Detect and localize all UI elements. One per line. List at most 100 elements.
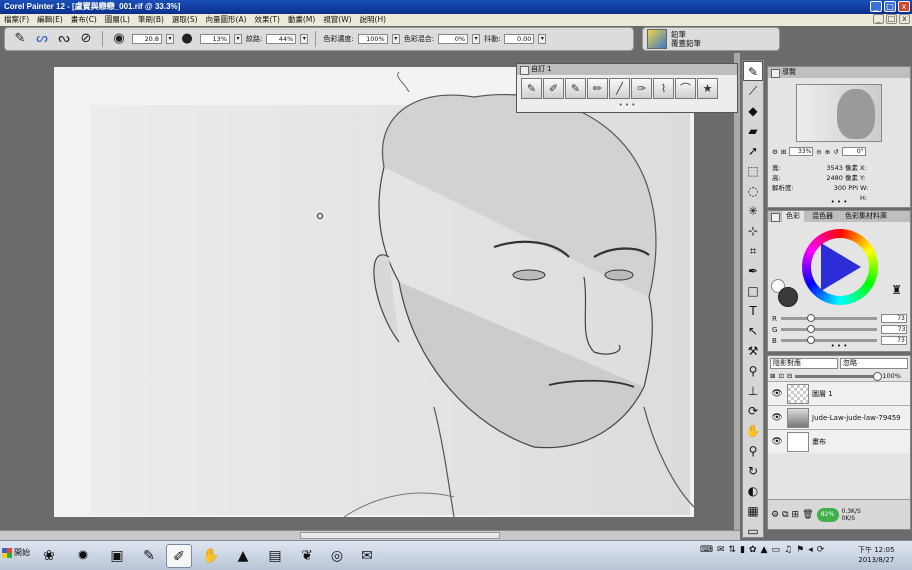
size-dropdown[interactable]: ▾ [166, 34, 174, 44]
brush-preset-8-icon[interactable]: ⌒ [675, 78, 696, 99]
rect-select-icon[interactable]: ⬚ [743, 161, 763, 181]
preserve-transparency-icon[interactable]: ⊡ [778, 372, 783, 380]
duplicate-layer-icon[interactable]: ⊞ [792, 510, 800, 520]
menu-movie[interactable]: 動畫(M) [288, 14, 315, 26]
selection-adjuster-icon[interactable]: ⊹ [743, 221, 763, 241]
visibility-eye-icon[interactable]: 👁 [770, 389, 784, 399]
taskbar-app-painter-icon[interactable]: ✐ [166, 544, 192, 568]
color-mix-field[interactable]: 0% [438, 34, 469, 44]
layer-row[interactable]: 👁 圖層 1 [768, 381, 910, 405]
tab-color[interactable]: 色彩 [782, 211, 804, 222]
dropper-tool-icon[interactable]: ⟋ [743, 81, 763, 101]
menu-window[interactable]: 視窗(W) [323, 14, 351, 26]
tray-monitor-icon[interactable]: ▭ [772, 545, 781, 555]
scrollbar-thumb[interactable] [300, 532, 500, 539]
tray-keyboard-icon[interactable]: ⌨ [700, 545, 713, 555]
brush-preset-3-icon[interactable]: ✎ [565, 78, 586, 99]
brush-ghost-icon[interactable]: ⊘ [77, 30, 95, 48]
brush-preset-5-icon[interactable]: ╱ [609, 78, 630, 99]
jitter-dropdown[interactable]: ▾ [538, 34, 547, 44]
tray-network-icon[interactable]: ⇅ [729, 545, 737, 555]
g-value[interactable]: 73 [881, 325, 908, 334]
layer-opacity-slider[interactable] [795, 371, 883, 381]
menu-file[interactable]: 檔案(F) [4, 14, 29, 26]
menu-brushes[interactable]: 筆刷(B) [138, 14, 164, 26]
canvas-horizontal-scrollbar[interactable] [0, 530, 740, 540]
menu-effects[interactable]: 效果(T) [255, 14, 280, 26]
r-slider-knob[interactable] [806, 314, 815, 322]
taskbar-app-chrome-icon[interactable]: ◎ [324, 544, 350, 568]
menu-layers[interactable]: 圖層(L) [105, 14, 130, 26]
tab-mixer[interactable]: 混色器 [808, 211, 837, 222]
tray-volume-icon[interactable]: ◂ [808, 545, 813, 555]
palette-grip[interactable]: • • • [517, 102, 737, 109]
zoom-in-icon[interactable]: ⊕ [825, 148, 830, 156]
taskbar-app-game-icon[interactable]: ✹ [70, 544, 96, 568]
taskbar-app-powerpoint-icon[interactable]: ▣ [104, 544, 130, 568]
tray-speaker-icon[interactable]: ♫ [784, 545, 792, 555]
color-mix-dropdown[interactable]: ▾ [472, 34, 481, 44]
magic-wand-icon[interactable]: ✳ [743, 201, 763, 221]
paint-bucket-icon[interactable]: ◆ [743, 101, 763, 121]
menu-select[interactable]: 選取(S) [172, 14, 198, 26]
lock-icon[interactable]: ⊠ [770, 372, 775, 380]
minimize-button[interactable]: _ [870, 1, 882, 12]
doc-close-button[interactable]: x [899, 14, 910, 24]
tray-battery-icon[interactable]: ▮ [740, 545, 745, 555]
magnifier-icon[interactable]: ⚲ [743, 441, 763, 461]
grain-field[interactable]: 44% [266, 34, 297, 44]
composite-method-select[interactable]: 陰影對應 [770, 358, 838, 369]
taskbar-app-evernote-icon[interactable]: ❦ [294, 544, 320, 568]
cloner-tool-icon[interactable]: ⚒ [743, 341, 763, 361]
brush-preset-9-icon[interactable]: ★ [697, 78, 718, 99]
lasso-icon[interactable]: ◌ [743, 181, 763, 201]
canvas-paper[interactable] [54, 67, 694, 517]
taskbar-app-folder-icon[interactable]: ▤ [262, 544, 288, 568]
taskbar-clock[interactable]: 下午 12:05 2013/8/27 [858, 545, 894, 565]
color-variability-dropdown[interactable]: ▾ [391, 34, 400, 44]
shape-tool-icon[interactable]: □ [743, 281, 763, 301]
pick-up-color-icon[interactable]: ⊟ [787, 372, 792, 380]
pen-tool-icon[interactable]: ✒ [743, 261, 763, 281]
r-value[interactable]: 73 [880, 314, 907, 323]
g-slider[interactable] [781, 325, 878, 333]
navigator-grip[interactable]: • • • [768, 198, 910, 206]
color-wheel[interactable] [802, 229, 878, 305]
brush-tool-icon[interactable]: ✎ [11, 30, 29, 48]
taskbar-app-quicktime-icon[interactable]: ❀ [36, 544, 62, 568]
layer-adjuster-icon[interactable]: ➚ [743, 141, 763, 161]
maximize-button[interactable]: □ [884, 1, 896, 12]
color-variability-field[interactable]: 100% [357, 34, 388, 44]
grabber-hand-icon[interactable]: ✋ [743, 421, 763, 441]
new-layer-icon[interactable]: ⧉ [782, 510, 788, 520]
tray-flag-icon[interactable]: ⚑ [796, 545, 804, 555]
eraser-tool-icon[interactable]: ▰ [743, 121, 763, 141]
stroke-freehand-icon[interactable]: ᔕ [33, 30, 51, 48]
text-tool-icon[interactable]: T [743, 301, 763, 321]
paper-selector-icon[interactable]: ▦ [743, 501, 763, 521]
close-button[interactable]: x [898, 1, 910, 12]
tray-chat-icon[interactable]: ✉ [717, 545, 725, 555]
taskbar-app-pen-icon[interactable]: ✎ [136, 544, 162, 568]
delete-layer-icon[interactable]: 🗑 [802, 510, 813, 520]
brush-tool-icon[interactable]: ✎ [743, 61, 763, 81]
layer-commands-icon[interactable]: ⚙ [771, 510, 779, 520]
screen-mode-icon[interactable]: ▭ [743, 521, 763, 541]
rotate-field[interactable]: 0° [841, 147, 866, 156]
visibility-eye-icon[interactable]: 👁 [770, 437, 784, 447]
taskbar-app-hand-icon[interactable]: ✋ [198, 544, 224, 568]
tray-drive-icon[interactable]: ▲ [761, 545, 768, 555]
layer-row[interactable]: 👁 Jude-Law-jude-law-79459 [768, 405, 910, 429]
tray-update-icon[interactable]: ⟳ [817, 545, 825, 555]
visibility-eye-icon[interactable]: 👁 [770, 413, 784, 423]
size-field[interactable]: 20.8 [132, 34, 162, 44]
saturation-triangle[interactable] [821, 243, 861, 291]
main-color-swatch[interactable] [778, 287, 798, 307]
r-slider[interactable] [780, 314, 877, 322]
settings-gear-icon[interactable]: ⚙ [772, 148, 778, 156]
color-stamp-icon[interactable]: ♜ [891, 283, 902, 297]
color-panel-grip[interactable]: • • • [768, 342, 910, 350]
opacity-dropdown[interactable]: ▾ [234, 34, 242, 44]
brush-preset-7-icon[interactable]: ⌇ [653, 78, 674, 99]
rubber-stamp-icon[interactable]: ⚲ [743, 361, 763, 381]
